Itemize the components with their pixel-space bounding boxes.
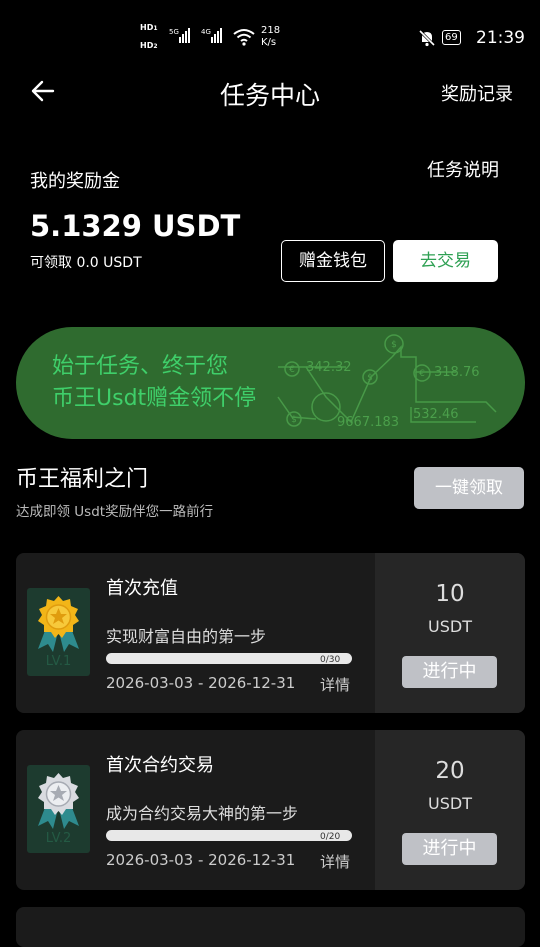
mute-bell-icon xyxy=(418,29,436,47)
go-trade-button[interactable]: 去交易 xyxy=(393,240,498,282)
signal2-icon xyxy=(211,28,223,44)
level-label: LV.1 xyxy=(45,654,72,669)
task-title: 首次充值 xyxy=(106,578,178,599)
claimable-amount: 可领取 0.0 USDT xyxy=(30,255,142,271)
claim-all-button[interactable]: 一键领取 xyxy=(414,467,524,509)
battery-icon: 69 xyxy=(442,30,461,45)
status-bar: HD1 HD2 5G 4G 218 K/s 69 21:39 xyxy=(0,0,540,70)
bonus-wallet-button[interactable]: 赠金钱包 xyxy=(281,240,385,282)
network-speed: 218 K/s xyxy=(261,25,281,48)
euro-symbol-2: € xyxy=(289,365,295,375)
level-badge: LV.1 xyxy=(27,588,90,676)
banner-number-3: 9667.183 xyxy=(337,415,400,430)
silver-medal-icon xyxy=(38,773,79,829)
reward-value: 10 xyxy=(435,581,465,607)
task-card: LV.1 首次充值 实现财富自由的第一步 0/30 2026-03-03 - 2… xyxy=(16,553,525,713)
task-card: LV.2 首次合约交易 成为合约交易大神的第一步 0/20 2026-03-03… xyxy=(16,730,525,890)
task-details-link[interactable]: 详情 xyxy=(320,674,350,695)
hd2-indicator: HD2 xyxy=(140,41,158,50)
section-title: 币王福利之门 xyxy=(16,467,149,492)
banner-line2: 币王Usdt赠金领不停 xyxy=(52,386,257,411)
task-progress-bar xyxy=(106,653,352,664)
wifi-icon xyxy=(233,29,255,46)
task-progress-bar xyxy=(106,830,352,841)
net1-label: 5G xyxy=(169,28,179,36)
reward-unit: USDT xyxy=(428,794,472,813)
banner-number-4: 532.46 xyxy=(413,407,459,422)
task-description: 成为合约交易大神的第一步 xyxy=(106,804,299,823)
banner-number-2: 318.76 xyxy=(434,365,480,380)
banner-line1: 始于任务、终于您 xyxy=(52,354,229,379)
task-card-partial xyxy=(16,907,525,947)
reward-value: 20 xyxy=(435,758,465,784)
dollar-symbol-2: $ xyxy=(291,415,297,425)
section-subtitle: 达成即领 Usdt奖励伴您一路前行 xyxy=(16,504,214,520)
dollar-symbol-3: $ xyxy=(367,373,373,383)
hd1-indicator: HD1 xyxy=(140,23,158,32)
reward-label: 我的奖励金 xyxy=(30,171,120,192)
banner-slogan: 始于任务、终于您 币王Usdt赠金领不停 xyxy=(52,351,256,415)
reward-amount: 5.1329 USDT xyxy=(30,209,241,243)
promo-banner[interactable]: $ € € $ $ 始于任务、终于您 币王Usdt赠金领不停 342.32 31… xyxy=(16,327,525,439)
level-badge: LV.2 xyxy=(27,765,90,853)
banner-number-1: 342.32 xyxy=(306,360,352,375)
reward-history-link[interactable]: 奖励记录 xyxy=(441,80,513,106)
task-dates: 2026-03-03 - 2026-12-31 xyxy=(106,851,296,869)
task-status-button[interactable]: 进行中 xyxy=(402,656,497,688)
net2-label: 4G xyxy=(201,28,211,36)
task-details-link[interactable]: 详情 xyxy=(320,851,350,872)
reward-unit: USDT xyxy=(428,617,472,636)
gold-medal-icon xyxy=(38,596,79,652)
clock: 21:39 xyxy=(476,28,525,48)
signal1-icon xyxy=(179,28,191,44)
task-status-button[interactable]: 进行中 xyxy=(402,833,497,865)
task-description: 实现财富自由的第一步 xyxy=(106,627,267,646)
task-help-link[interactable]: 任务说明 xyxy=(427,156,499,182)
task-progress-text: 0/30 xyxy=(320,655,341,665)
dollar-symbol-1: $ xyxy=(391,340,397,350)
level-label: LV.2 xyxy=(45,831,72,846)
task-title: 首次合约交易 xyxy=(106,755,214,776)
task-dates: 2026-03-03 - 2026-12-31 xyxy=(106,674,296,692)
task-progress-text: 0/20 xyxy=(320,832,341,842)
euro-symbol-1: € xyxy=(419,369,425,379)
